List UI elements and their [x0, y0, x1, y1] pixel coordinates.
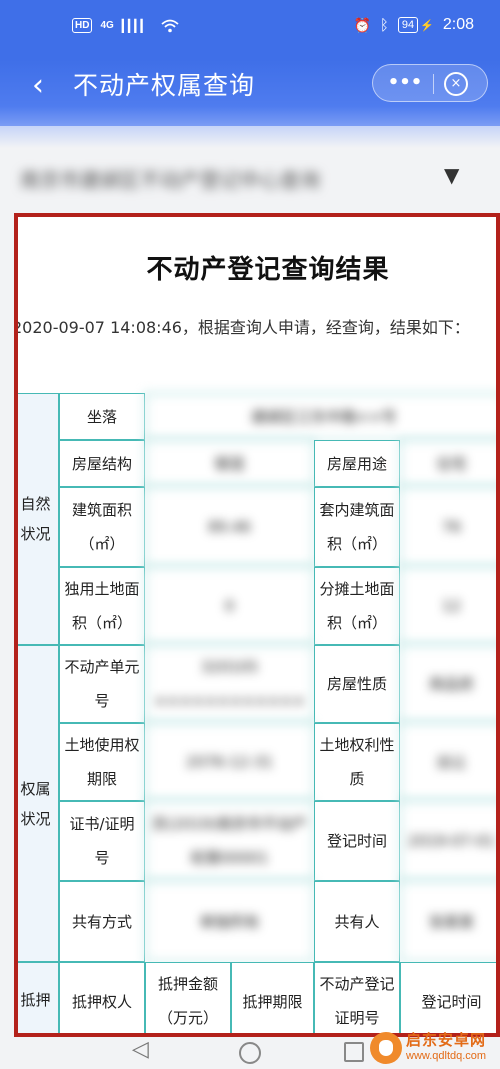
- bluetooth-icon: ᛒ: [379, 16, 389, 34]
- charging-icon: ⚡: [420, 19, 434, 32]
- page-title: 不动产权属查询: [73, 71, 256, 100]
- nav-back-icon[interactable]: ◁: [132, 1037, 149, 1062]
- title-bar: ‹ 不动产权属查询 ••• ×: [0, 60, 500, 126]
- hd-badge: HD: [72, 18, 93, 33]
- watermark-text: 启东安卓网 www.qdltdq.com: [406, 1032, 486, 1064]
- clock: 2:08: [442, 16, 474, 33]
- close-icon[interactable]: ×: [444, 72, 468, 96]
- watermark-logo-icon: [370, 1032, 402, 1064]
- nav-recent-icon[interactable]: [344, 1042, 364, 1062]
- network-type: 4G: [100, 20, 114, 31]
- watermark-name: 启东安卓网: [406, 1031, 487, 1049]
- status-left: HD 4G ▎▎▎▎: [72, 18, 179, 33]
- header-fade: [0, 126, 500, 148]
- status-right: ⏰ ᛒ 94 ⚡ 2:08: [353, 16, 474, 34]
- watermark: 启东安卓网 www.qdltdq.com: [370, 1028, 498, 1068]
- agency-selector[interactable]: 南京市建邺区不动产登记中心查询 ▼: [0, 148, 500, 208]
- dropdown-arrow-icon[interactable]: ▼: [444, 163, 459, 187]
- highlight-frame: [14, 213, 500, 1037]
- alarm-icon: ⏰: [353, 16, 371, 33]
- battery-icon: 94: [397, 17, 419, 33]
- status-bar: HD 4G ▎▎▎▎ ⏰ ᛒ 94 ⚡ 2:08: [0, 0, 500, 60]
- capsule-divider: [433, 74, 434, 94]
- more-button[interactable]: •••: [387, 65, 423, 103]
- agency-selector-value: 南京市建邺区不动产登记中心查询: [20, 168, 320, 192]
- menu-capsule: ••• ×: [372, 64, 488, 102]
- watermark-url: www.qdltdq.com: [406, 1050, 487, 1062]
- wifi-icon: [161, 19, 179, 32]
- signal-icon: ▎▎▎▎: [121, 18, 150, 33]
- back-button[interactable]: ‹: [20, 66, 56, 106]
- nav-home-icon[interactable]: [239, 1042, 261, 1064]
